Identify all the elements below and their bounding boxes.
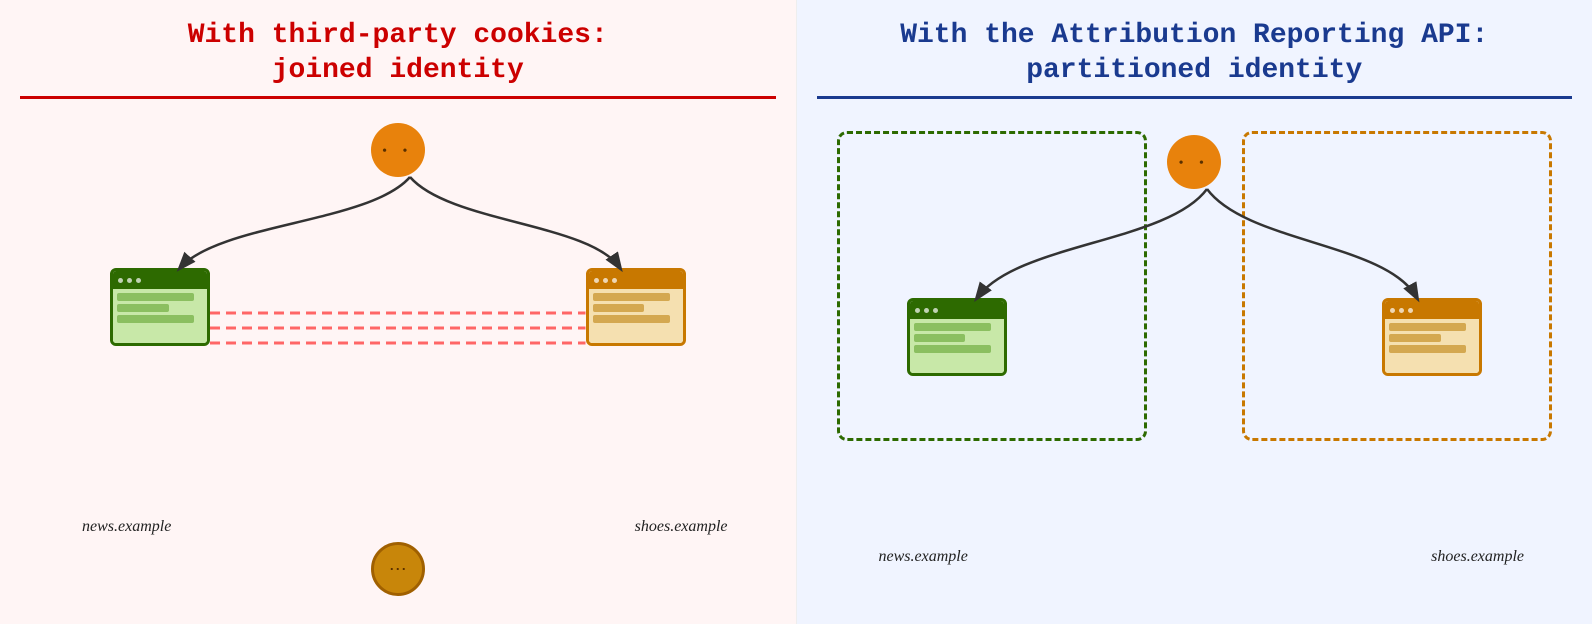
right-panel-title: With the Attribution Reporting API: part… [900, 18, 1488, 88]
right-title-line1: With the Attribution Reporting API: [900, 20, 1488, 51]
label-news-right: news.example [879, 548, 968, 566]
right-diagram: news.example shoes.example [817, 113, 1573, 614]
left-title-line1: With third-party cookies: [188, 20, 608, 51]
right-divider [817, 96, 1573, 99]
right-title-line2: partitioned identity [1026, 55, 1362, 86]
left-panel: With third-party cookies: joined identit… [0, 0, 797, 624]
left-arrows [20, 113, 776, 614]
cookie-icon: ⋯ [371, 542, 425, 596]
browser-right-news [907, 298, 1007, 376]
right-panel: With the Attribution Reporting API: part… [797, 0, 1592, 624]
browser-left-news [110, 268, 210, 346]
person-right [1167, 135, 1221, 189]
left-diagram: ⋯ news.example shoes.example [20, 113, 776, 614]
label-shoes-right: shoes.example [1431, 548, 1524, 566]
label-news-left: news.example [82, 518, 171, 536]
left-title-line2: joined identity [272, 55, 524, 86]
partition-box-news [837, 131, 1147, 441]
browser-left-shoes [586, 268, 686, 346]
person-left [371, 123, 425, 177]
partition-box-shoes [1242, 131, 1552, 441]
left-divider [20, 96, 776, 99]
label-shoes-left: shoes.example [635, 518, 728, 536]
left-panel-title: With third-party cookies: joined identit… [188, 18, 608, 88]
browser-right-shoes [1382, 298, 1482, 376]
